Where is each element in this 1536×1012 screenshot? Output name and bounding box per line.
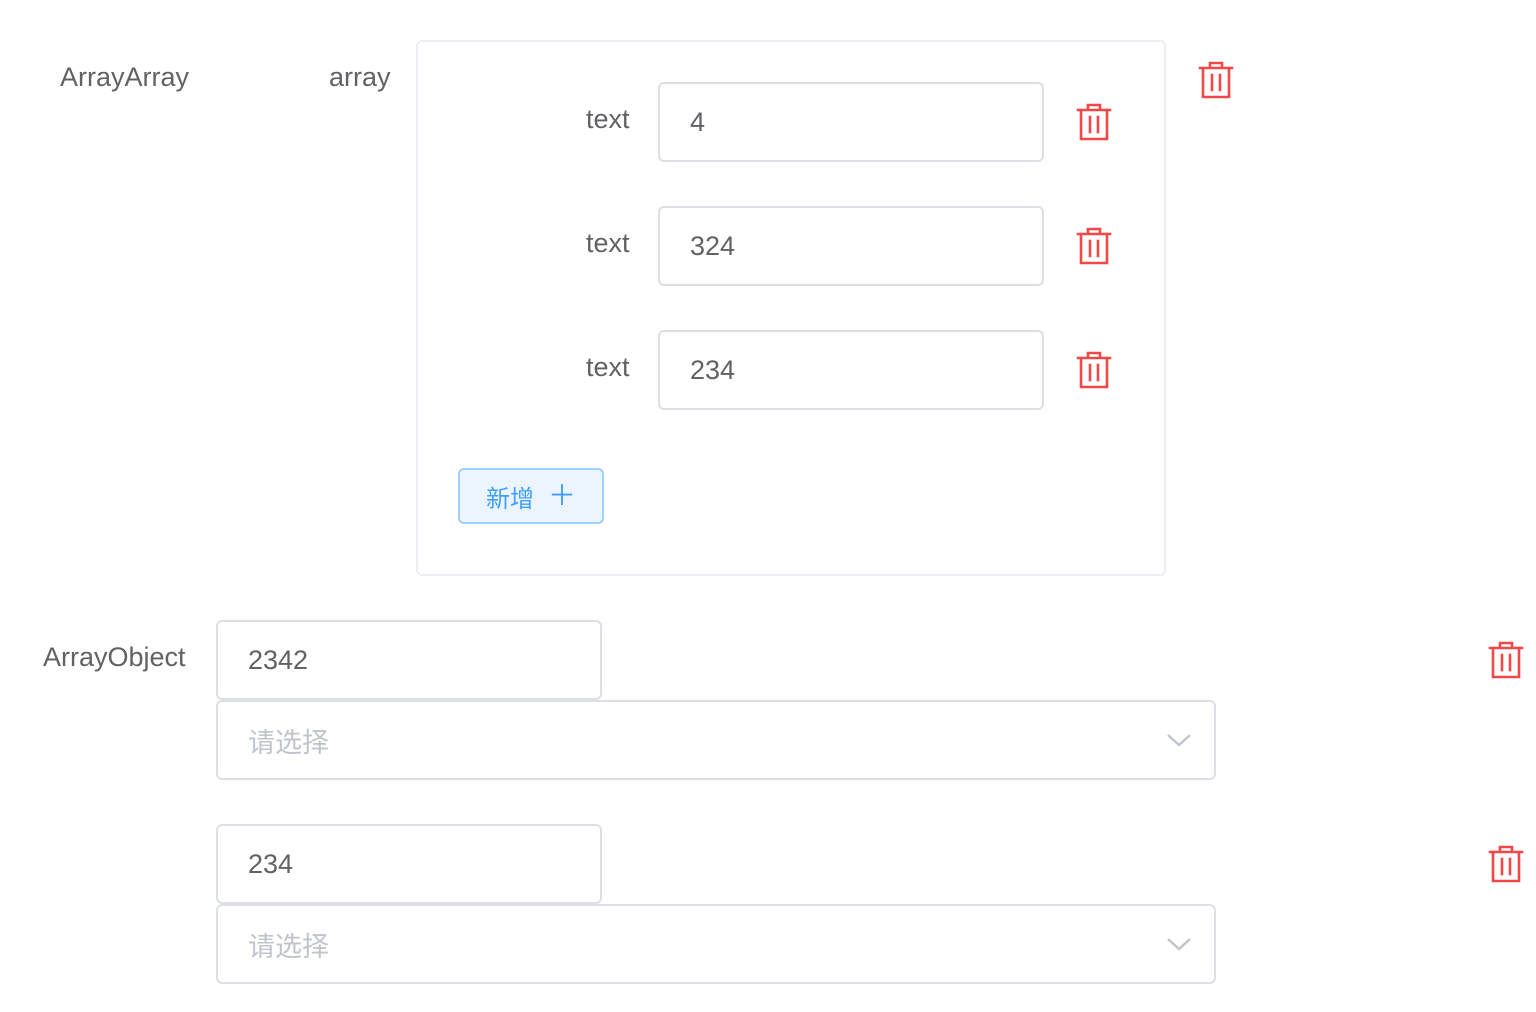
select-placeholder: 请选择 xyxy=(248,931,329,962)
text-input-value: 4 xyxy=(690,106,706,137)
array-sub-label: array xyxy=(329,62,391,92)
object-value-input[interactable]: 234 xyxy=(216,824,602,904)
object-value-text: 2342 xyxy=(248,644,309,675)
text-input[interactable]: 324 xyxy=(658,206,1044,286)
add-item-button[interactable]: 新增 ＋ xyxy=(458,468,604,524)
object-value-input[interactable]: 2342 xyxy=(216,620,602,700)
chevron-down-icon xyxy=(1166,934,1192,954)
trash-icon[interactable] xyxy=(1488,845,1524,883)
text-input[interactable]: 234 xyxy=(658,330,1044,410)
trash-icon[interactable] xyxy=(1076,103,1112,141)
add-button-label: 新增 xyxy=(485,485,534,513)
item-label: text xyxy=(586,104,630,134)
array-array-label: ArrayArray xyxy=(60,62,190,92)
text-input-value: 324 xyxy=(690,230,736,261)
item-label: text xyxy=(586,352,630,382)
trash-icon[interactable] xyxy=(1488,641,1524,679)
trash-icon[interactable] xyxy=(1076,227,1112,265)
plus-icon: ＋ xyxy=(547,480,576,511)
text-input[interactable]: 4 xyxy=(658,82,1044,162)
chevron-down-icon xyxy=(1166,730,1192,750)
array-object-label: ArrayObject xyxy=(43,642,186,672)
trash-icon[interactable] xyxy=(1076,351,1112,389)
text-input-value: 234 xyxy=(690,354,736,385)
item-label: text xyxy=(586,228,630,258)
object-value-text: 234 xyxy=(248,848,294,879)
trash-icon[interactable] xyxy=(1198,61,1234,99)
select-dropdown[interactable]: 请选择 xyxy=(216,904,1216,984)
select-dropdown[interactable]: 请选择 xyxy=(216,700,1216,780)
select-placeholder: 请选择 xyxy=(248,727,329,758)
